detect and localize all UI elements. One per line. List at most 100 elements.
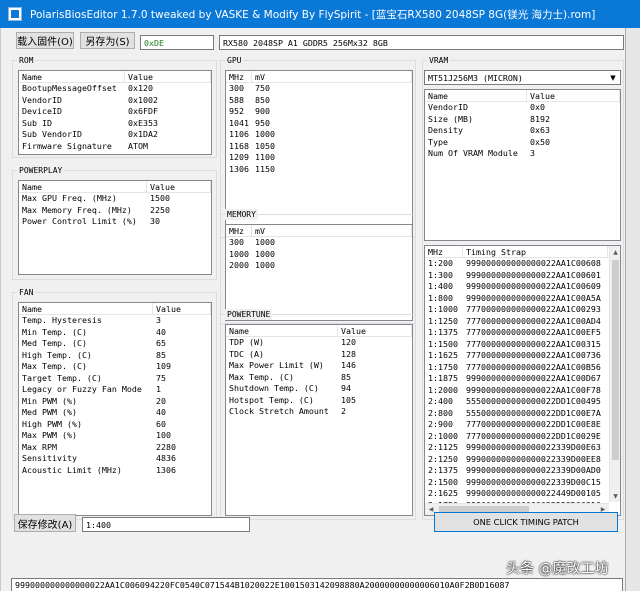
column-header[interactable]: MHz xyxy=(226,225,252,236)
table-row[interactable]: 1306 1150 xyxy=(226,164,412,176)
table-row[interactable]: Max PWM (%) 100 xyxy=(19,430,211,442)
save-as-button[interactable]: 另存为(S) xyxy=(80,32,135,49)
column-header[interactable]: Value xyxy=(125,71,211,82)
table-row[interactable]: 2:900 777000000000000022DD1C00E8E xyxy=(425,419,620,431)
column-header[interactable]: MHz xyxy=(226,71,252,82)
save-changes-button[interactable]: 保存修改(A) xyxy=(14,514,76,532)
table-row[interactable]: 2:1375 999000000000000022339D00AD0 xyxy=(425,465,620,477)
table-row[interactable]: Target Temp. (C) 75 xyxy=(19,373,211,385)
column-header[interactable]: Timing Strap xyxy=(463,246,608,257)
table-row[interactable]: Legacy or Fuzzy Fan Mode 1 xyxy=(19,384,211,396)
table-row[interactable]: High PWM (%) 60 xyxy=(19,419,211,431)
column-header[interactable]: mV xyxy=(252,71,412,82)
strap-select-field[interactable]: 1:400 xyxy=(82,517,250,532)
table-row[interactable]: Temp. Hysteresis 3 xyxy=(19,315,211,327)
table-row[interactable]: Max Memory Freq. (MHz) 2250 xyxy=(19,205,211,217)
column-header[interactable]: Name xyxy=(425,90,527,101)
device-id-field[interactable]: 0xDE xyxy=(140,35,214,50)
table-row[interactable]: TDC (A) 128 xyxy=(226,349,412,361)
table-row[interactable]: Min Temp. (C) 40 xyxy=(19,327,211,339)
table-row[interactable]: Num Of VRAM Module 3 xyxy=(425,148,620,160)
table-row[interactable]: Max Temp. (C) 109 xyxy=(19,361,211,373)
table-row[interactable]: 2:800 555000000000000022DD1C00E7A xyxy=(425,408,620,420)
column-header[interactable]: MHz xyxy=(425,246,463,257)
table-row[interactable]: Type 0x50 xyxy=(425,137,620,149)
column-header[interactable]: Value xyxy=(338,325,412,336)
vram-list[interactable]: Name Value VendorID 0x0 Size (MB) 8192 Den… xyxy=(424,89,621,241)
table-row[interactable]: 1:1000 777000000000000022AA1C00293 xyxy=(425,304,620,316)
column-header[interactable]: Name xyxy=(19,181,147,192)
vram-chip-select[interactable]: MT51J256M3 (MICRON) ▼ xyxy=(424,70,621,85)
table-row[interactable]: 2000 1000 xyxy=(226,260,412,272)
memory-list[interactable]: MHz mV 300 1000 1000 1000 2000 1000 xyxy=(225,224,413,321)
table-row[interactable]: 1:1750 777000000000000022AA1C00B56 xyxy=(425,362,620,374)
table-row[interactable]: BootupMessageOffset 0x120 xyxy=(19,83,211,95)
table-row[interactable]: 1:1250 777000000000000022AA1C00AD4 xyxy=(425,316,620,328)
table-row[interactable]: Max Temp. (C) 85 xyxy=(226,372,412,384)
table-row[interactable]: Density 0x63 xyxy=(425,125,620,137)
table-row[interactable]: 1209 1100 xyxy=(226,152,412,164)
table-row[interactable]: TDP (W) 120 xyxy=(226,337,412,349)
table-row[interactable]: Acoustic Limit (MHz) 1306 xyxy=(19,465,211,477)
table-row[interactable]: 1:1875 999000000000000022AA1C00D67 xyxy=(425,373,620,385)
table-row[interactable]: 2:1250 999000000000000022339D00EE8 xyxy=(425,454,620,466)
table-row[interactable]: Med Temp. (C) 65 xyxy=(19,338,211,350)
table-row[interactable]: Max GPU Freq. (MHz) 1500 xyxy=(19,193,211,205)
table-row[interactable]: 952 900 xyxy=(226,106,412,118)
column-header[interactable]: Value xyxy=(153,303,211,314)
column-header[interactable]: mV xyxy=(252,225,412,236)
table-row[interactable]: 300 1000 xyxy=(226,237,412,249)
table-row[interactable]: 1106 1000 xyxy=(226,129,412,141)
table-row[interactable]: 2:1125 999000000000000022339D00E63 xyxy=(425,442,620,454)
table-row[interactable]: 2:1625 999000000000000022449D00105 xyxy=(425,488,620,500)
table-row[interactable]: Max RPM 2280 xyxy=(19,442,211,454)
table-row[interactable]: 1:400 999000000000000022AA1C00609 xyxy=(425,281,620,293)
table-row[interactable]: 1168 1050 xyxy=(226,141,412,153)
column-header[interactable]: Value xyxy=(527,90,620,101)
chevron-down-icon[interactable]: ▼ xyxy=(606,71,620,84)
column-header[interactable]: Value xyxy=(147,181,211,192)
table-row[interactable]: 2:400 555000000000000022DD1C00495 xyxy=(425,396,620,408)
fan-list[interactable]: Name Value Temp. Hysteresis 3 Min Temp. (… xyxy=(18,302,212,516)
column-header[interactable]: Name xyxy=(19,71,125,82)
column-header[interactable]: Name xyxy=(226,325,338,336)
table-row[interactable]: 2:1500 999000000000000022339D00C15 xyxy=(425,477,620,489)
table-row[interactable]: Size (MB) 8192 xyxy=(425,114,620,126)
scroll-up-icon[interactable]: ▲ xyxy=(610,246,620,258)
table-row[interactable]: 1:800 999000000000000022AA1C00A5A xyxy=(425,293,620,305)
powerplay-list[interactable]: Name Value Max GPU Freq. (MHz) 1500 Max M… xyxy=(18,180,212,275)
table-row[interactable]: 1000 1000 xyxy=(226,249,412,261)
table-row[interactable]: 1:1500 777000000000000022AA1C00315 xyxy=(425,339,620,351)
table-row[interactable]: 1:1375 777000000000000022AA1C00EF5 xyxy=(425,327,620,339)
table-row[interactable]: DeviceID 0x6FDF xyxy=(19,106,211,118)
table-row[interactable]: 1:2000 999000000000000022AA1C00F78 xyxy=(425,385,620,397)
table-row[interactable]: Sub ID 0xE353 xyxy=(19,118,211,130)
table-row[interactable]: Sub VendorID 0x1DA2 xyxy=(19,129,211,141)
table-row[interactable]: 300 750 xyxy=(226,83,412,95)
table-row[interactable]: Hotspot Temp. (C) 105 xyxy=(226,395,412,407)
powertune-list[interactable]: Name Value TDP (W) 120 TDC (A) 128 Max Pow… xyxy=(225,324,413,516)
timing-strap-list[interactable]: MHz Timing Strap 1:200 999000000000000022… xyxy=(424,245,621,516)
table-row[interactable]: VendorID 0x0 xyxy=(425,102,620,114)
table-row[interactable]: VendorID 0x1002 xyxy=(19,95,211,107)
table-row[interactable]: Med PWM (%) 40 xyxy=(19,407,211,419)
rom-list[interactable]: Name Value BootupMessageOffset 0x120 Vend… xyxy=(18,70,212,155)
table-row[interactable]: 588 850 xyxy=(226,95,412,107)
timing-strap-status[interactable]: 999000000000000022AA1C006094220FC0540C07… xyxy=(11,578,623,591)
table-row[interactable]: 1041 950 xyxy=(226,118,412,130)
table-row[interactable]: Max Power Limit (W) 146 xyxy=(226,360,412,372)
table-row[interactable]: 2:1000 777000000000000022DD1C0029E xyxy=(425,431,620,443)
column-header[interactable]: Name xyxy=(19,303,153,314)
table-row[interactable]: Sensitivity 4836 xyxy=(19,453,211,465)
description-field[interactable]: RX580 2048SP A1 GDDR5 256Mx32 8GB xyxy=(219,35,624,50)
table-row[interactable]: 1:200 999000000000000022AA1C00608 xyxy=(425,258,620,270)
one-click-timing-patch-button[interactable]: ONE CLICK TIMING PATCH xyxy=(434,512,618,532)
table-row[interactable]: Clock Stretch Amount 2 xyxy=(226,406,412,418)
scroll-thumb[interactable] xyxy=(612,260,619,460)
load-firmware-button[interactable]: 载入固件(O) xyxy=(16,32,74,49)
table-row[interactable]: 1:1625 777000000000000022AA1C00736 xyxy=(425,350,620,362)
table-row[interactable]: High Temp. (C) 85 xyxy=(19,350,211,362)
table-row[interactable]: Power Control Limit (%) 30 xyxy=(19,216,211,228)
timing-vertical-scrollbar[interactable]: ▲ ▼ xyxy=(609,246,620,502)
table-row[interactable]: Min PWM (%) 20 xyxy=(19,396,211,408)
